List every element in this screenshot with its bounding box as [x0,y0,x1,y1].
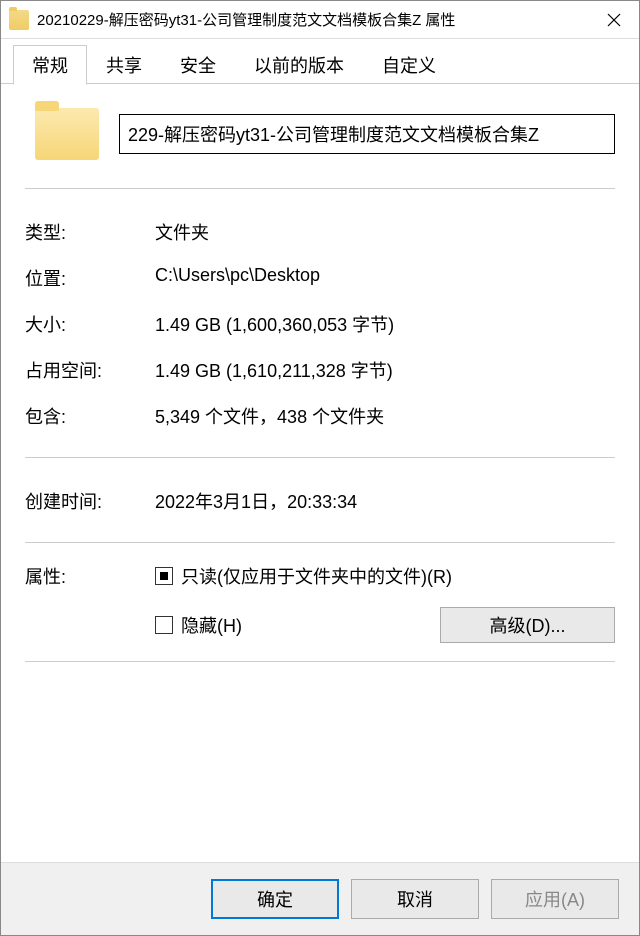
hidden-checkbox[interactable] [155,616,173,634]
size-label: 大小: [25,311,155,337]
tab-security[interactable]: 安全 [161,45,235,84]
folder-name-input[interactable] [119,114,615,154]
contains-value: 5,349 个文件，438 个文件夹 [155,403,615,429]
divider [25,188,615,189]
cancel-button[interactable]: 取消 [351,879,479,919]
attributes-label: 属性: [25,563,155,643]
divider [25,457,615,458]
created-value: 2022年3月1日，20:33:34 [155,488,615,514]
created-label: 创建时间: [25,488,155,514]
apply-button[interactable]: 应用(A) [491,879,619,919]
button-bar: 确定 取消 应用(A) [1,862,639,935]
size-on-disk-value: 1.49 GB (1,610,211,328 字节) [155,357,615,383]
size-value: 1.49 GB (1,600,360,053 字节) [155,311,615,337]
location-label: 位置: [25,265,155,291]
window-title: 20210229-解压密码yt31-公司管理制度范文文档模板合集Z 属性 [37,9,589,30]
tab-customize[interactable]: 自定义 [363,45,455,84]
folder-icon [9,10,29,30]
close-icon [607,13,621,27]
readonly-label: 只读(仅应用于文件夹中的文件)(R) [181,563,452,589]
contains-label: 包含: [25,403,155,429]
close-button[interactable] [589,1,639,39]
titlebar: 20210229-解压密码yt31-公司管理制度范文文档模板合集Z 属性 [1,1,639,39]
readonly-checkbox[interactable] [155,567,173,585]
folder-icon-large [35,108,99,160]
divider [25,542,615,543]
hidden-label: 隐藏(H) [181,612,242,638]
tab-bar: 常规 共享 安全 以前的版本 自定义 [1,39,639,84]
header-row [25,108,615,184]
type-value: 文件夹 [155,219,615,245]
tab-general[interactable]: 常规 [13,45,87,85]
content-panel: 类型: 文件夹 位置: C:\Users\pc\Desktop 大小: 1.49… [1,84,639,862]
type-label: 类型: [25,219,155,245]
divider [25,661,615,662]
advanced-button[interactable]: 高级(D)... [440,607,615,643]
location-value: C:\Users\pc\Desktop [155,265,615,291]
tab-sharing[interactable]: 共享 [87,45,161,84]
size-on-disk-label: 占用空间: [25,357,155,383]
ok-button[interactable]: 确定 [211,879,339,919]
tab-previous-versions[interactable]: 以前的版本 [235,45,363,84]
